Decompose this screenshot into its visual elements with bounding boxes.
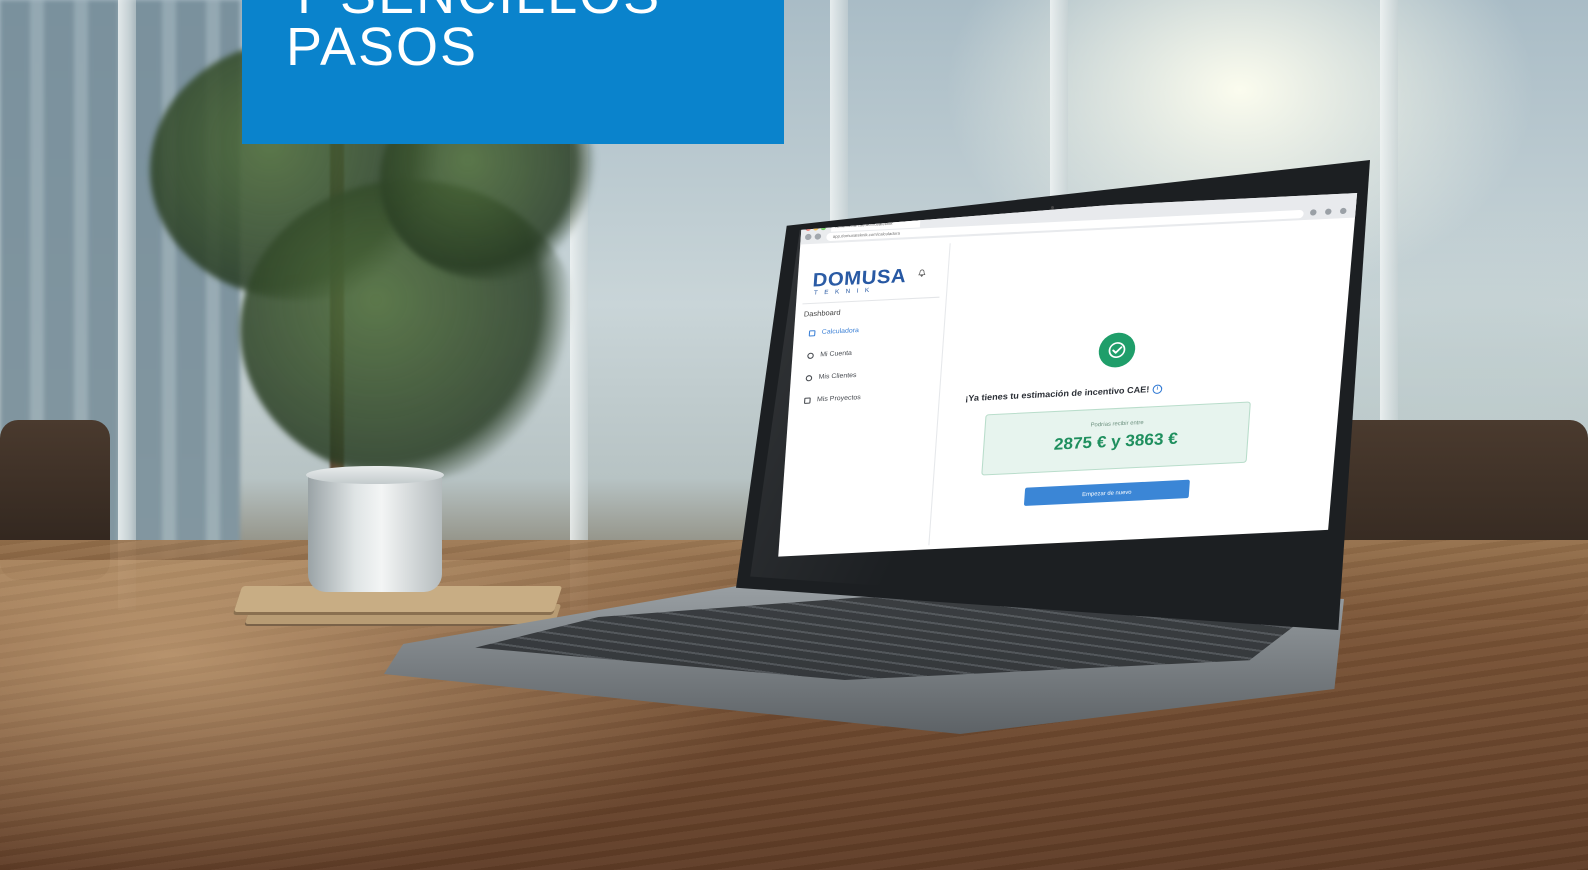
- result-heading-text: ¡Ya tienes tu estimación de incentivo CA…: [965, 384, 1150, 404]
- app-window: calculadora-cae.domusateknik app.domusat…: [778, 192, 1358, 557]
- success-check-icon: [1097, 331, 1137, 369]
- headline-line-2: PASOS: [286, 17, 479, 77]
- sidebar-item-calculadora[interactable]: Calculadora: [808, 327, 860, 337]
- menu-icon[interactable]: [1339, 207, 1347, 215]
- sidebar-item-label: Calculadora: [821, 327, 860, 336]
- coffee-cup-rim: [306, 466, 444, 484]
- check-icon: [1108, 342, 1126, 359]
- sidebar-item-mis-clientes[interactable]: Mis Clientes: [805, 371, 857, 382]
- nav-section-label: Dashboard: [803, 309, 841, 319]
- info-icon[interactable]: i: [1152, 384, 1163, 395]
- back-icon[interactable]: [804, 233, 812, 241]
- result-panel: ¡Ya tienes tu estimación de incentivo CA…: [928, 226, 1294, 546]
- sidebar-divider: [802, 296, 940, 305]
- sidebar-item-label: Mis Proyectos: [816, 394, 861, 404]
- forward-icon[interactable]: [814, 233, 822, 240]
- laptop-screen: calculadora-cae.domusateknik app.domusat…: [750, 185, 1358, 617]
- window-frame: [118, 0, 136, 610]
- sidebar-item-label: Mi Cuenta: [819, 349, 853, 359]
- sidebar: DOMUSA TEKNIK Dashboard Calculadora Mi C…: [778, 238, 940, 557]
- user-icon: [807, 352, 815, 359]
- restart-button[interactable]: Empezar de nuevo: [1023, 479, 1190, 507]
- result-heading: ¡Ya tienes tu estimación de incentivo CA…: [965, 376, 1308, 403]
- sidebar-item-label: Mis Clientes: [818, 371, 857, 381]
- estimate-card: Podrías recibir entre 2875 € y 3863 €: [981, 401, 1251, 476]
- bell-icon[interactable]: [917, 269, 926, 278]
- folder-icon: [803, 396, 811, 404]
- coffee-cup: [308, 472, 442, 592]
- users-icon: [805, 374, 813, 381]
- bookmark-icon[interactable]: [1309, 209, 1317, 216]
- calculator-icon: [808, 329, 816, 337]
- headline-block: Y SENCILLOS PASOS: [242, 0, 784, 144]
- sidebar-item-mis-proyectos[interactable]: Mis Proyectos: [803, 394, 861, 404]
- webcam-icon: [1051, 206, 1054, 209]
- profile-icon[interactable]: [1324, 208, 1332, 215]
- sidebar-item-mi-cuenta[interactable]: Mi Cuenta: [807, 350, 852, 359]
